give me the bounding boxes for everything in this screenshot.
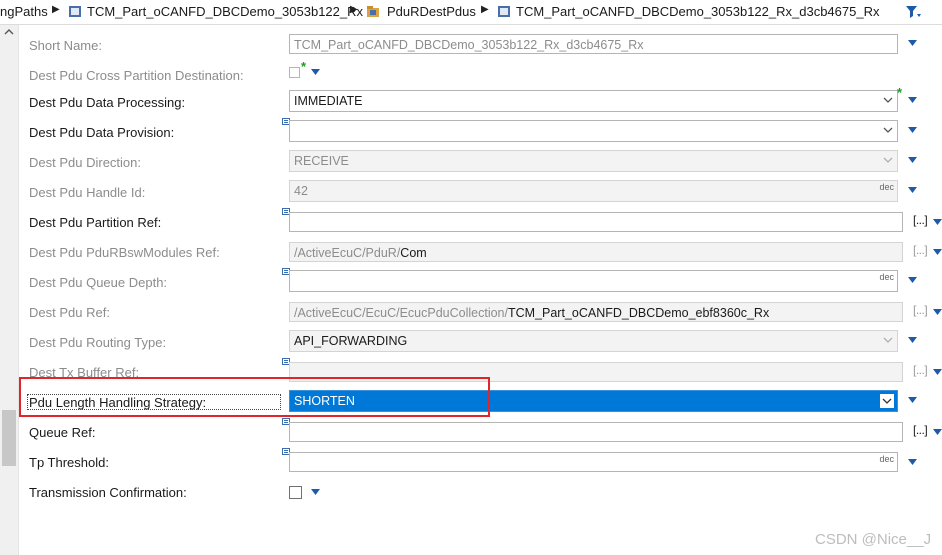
breadcrumb-item[interactable]: TCM_Part_oCANFD_DBCDemo_3053b122_Rx_d3cb… — [516, 4, 879, 19]
routing-type-label: Dest Pdu Routing Type: — [29, 335, 167, 350]
ref-target: TCM_Part_oCANFD_DBCDemo_ebf8360c_Rx — [507, 306, 770, 320]
data-provision-select[interactable] — [289, 120, 898, 142]
routing-type-select[interactable]: API_FORWARDING — [289, 330, 898, 352]
tx-confirmation-row: Transmission Confirmation: — [0, 478, 942, 508]
browse-reference-button[interactable]: [...] — [913, 363, 928, 377]
tp-threshold-label: Tp Threshold: — [29, 455, 109, 470]
chevron-down-icon[interactable] — [881, 93, 895, 107]
breadcrumb-item[interactable]: TCM_Part_oCANFD_DBCDemo_3053b122_Rx — [87, 4, 363, 19]
ref-path: /ActiveEcuC/EcuC/EcucPduCollection/ — [294, 306, 508, 320]
data-processing-value: IMMEDIATE — [294, 94, 363, 108]
more-options-icon[interactable] — [908, 337, 917, 343]
direction-label: Dest Pdu Direction: — [29, 155, 141, 170]
partition-ref-field[interactable] — [289, 212, 903, 232]
tp-threshold-row: Tp Threshold: dec — [0, 448, 942, 478]
ref-path: /ActiveEcuC/PduR/ — [294, 246, 401, 260]
tx-confirmation-checkbox[interactable] — [289, 486, 302, 499]
browse-reference-button[interactable]: [...] — [913, 423, 928, 437]
short-name-label: Short Name: — [29, 38, 102, 53]
more-options-icon[interactable] — [908, 157, 917, 163]
unit-label: dec — [879, 272, 894, 282]
routing-type-value: API_FORWARDING — [294, 334, 408, 348]
tx-confirmation-label: Transmission Confirmation: — [29, 485, 187, 500]
data-provision-label: Dest Pdu Data Provision: — [29, 125, 175, 140]
queue-depth-label: Dest Pdu Queue Depth: — [29, 275, 168, 290]
queue-ref-row: Queue Ref: [...] — [0, 418, 942, 448]
more-options-icon[interactable] — [933, 249, 942, 255]
browse-reference-button[interactable]: [...] — [913, 243, 928, 257]
tp-threshold-field[interactable]: dec — [289, 452, 898, 472]
container-folder-icon — [367, 6, 379, 17]
watermark: CSDN @Nice__J — [815, 531, 932, 548]
chevron-down-icon[interactable] — [880, 394, 894, 408]
breadcrumb-separator-icon: ▶ — [481, 4, 489, 15]
chevron-down-icon[interactable] — [881, 153, 895, 167]
handle-id-value: 42 — [294, 184, 308, 198]
breadcrumb: ngPaths ▶ TCM_Part_oCANFD_DBCDemo_3053b1… — [0, 0, 942, 25]
handle-id-field[interactable]: 42 dec — [289, 180, 898, 202]
bsw-modules-ref-field[interactable]: /ActiveEcuC/PduR/Com — [289, 242, 903, 262]
short-name-value: TCM_Part_oCANFD_DBCDemo_3053b122_Rx_d3cb… — [294, 38, 644, 52]
breadcrumb-item[interactable]: PduRDestPdus — [387, 4, 476, 19]
required-star-icon: * — [897, 85, 903, 100]
more-options-icon[interactable] — [933, 309, 942, 315]
direction-row: Dest Pdu Direction: RECEIVE — [0, 148, 942, 178]
more-options-icon[interactable] — [311, 489, 320, 495]
breadcrumb-separator-icon: ▶ — [350, 4, 358, 15]
routing-type-row: Dest Pdu Routing Type: API_FORWARDING — [0, 328, 942, 358]
container-icon — [69, 6, 81, 17]
more-options-icon[interactable] — [908, 97, 917, 103]
annotation-highlight-box — [19, 377, 490, 417]
more-options-icon[interactable] — [908, 397, 917, 403]
breadcrumb-item[interactable]: ngPaths — [0, 4, 48, 19]
unit-label: dec — [879, 454, 894, 464]
chevron-down-icon[interactable] — [881, 333, 895, 347]
filter-icon[interactable] — [905, 5, 921, 19]
dest-pdu-ref-row: Dest Pdu Ref: /ActiveEcuC/EcuC/EcucPduCo… — [0, 298, 942, 328]
unit-label: dec — [879, 182, 894, 192]
queue-depth-field[interactable]: dec — [289, 270, 898, 292]
short-name-row: Short Name: TCM_Part_oCANFD_DBCDemo_3053… — [0, 31, 942, 61]
ref-target: Com — [400, 246, 427, 260]
more-options-icon[interactable] — [908, 127, 917, 133]
bsw-modules-ref-label: Dest Pdu PduRBswModules Ref: — [29, 245, 220, 260]
data-processing-select[interactable]: IMMEDIATE — [289, 90, 898, 112]
data-provision-row: Dest Pdu Data Provision: — [0, 118, 942, 148]
more-options-icon[interactable] — [908, 40, 917, 46]
more-options-icon[interactable] — [933, 219, 942, 225]
queue-ref-field[interactable] — [289, 422, 903, 442]
more-options-icon[interactable] — [908, 277, 917, 283]
more-options-icon[interactable] — [908, 459, 917, 465]
bsw-modules-ref-row: Dest Pdu PduRBswModules Ref: /ActiveEcuC… — [0, 238, 942, 268]
short-name-field[interactable]: TCM_Part_oCANFD_DBCDemo_3053b122_Rx_d3cb… — [289, 34, 898, 54]
dest-pdu-ref-field[interactable]: /ActiveEcuC/EcuC/EcucPduCollection/TCM_P… — [289, 302, 903, 322]
direction-value: RECEIVE — [294, 154, 349, 168]
more-options-icon[interactable] — [933, 369, 942, 375]
container-icon — [498, 6, 510, 17]
handle-id-label: Dest Pdu Handle Id: — [29, 185, 146, 200]
data-processing-label: Dest Pdu Data Processing: — [29, 95, 186, 110]
data-processing-row: Dest Pdu Data Processing: IMMEDIATE * — [0, 85, 942, 118]
cross-partition-label: Dest Pdu Cross Partition Destination: — [29, 68, 244, 83]
handle-id-row: Dest Pdu Handle Id: 42 dec — [0, 178, 942, 208]
browse-reference-button[interactable]: [...] — [913, 303, 928, 317]
breadcrumb-separator-icon: ▶ — [52, 4, 60, 15]
cross-partition-checkbox[interactable] — [289, 67, 300, 78]
more-options-icon[interactable] — [908, 187, 917, 193]
cross-partition-row: Dest Pdu Cross Partition Destination: * — [0, 59, 942, 91]
required-star-icon: * — [301, 59, 307, 74]
queue-ref-label: Queue Ref: — [29, 425, 96, 440]
queue-depth-row: Dest Pdu Queue Depth: dec — [0, 268, 942, 298]
more-options-icon[interactable] — [311, 69, 320, 75]
dest-pdu-ref-label: Dest Pdu Ref: — [29, 305, 110, 320]
browse-reference-button[interactable]: [...] — [913, 213, 928, 227]
more-options-icon[interactable] — [933, 429, 942, 435]
chevron-down-icon[interactable] — [881, 123, 895, 137]
partition-ref-row: Dest Pdu Partition Ref: [...] — [0, 208, 942, 238]
partition-ref-label: Dest Pdu Partition Ref: — [29, 215, 162, 230]
direction-select[interactable]: RECEIVE — [289, 150, 898, 172]
